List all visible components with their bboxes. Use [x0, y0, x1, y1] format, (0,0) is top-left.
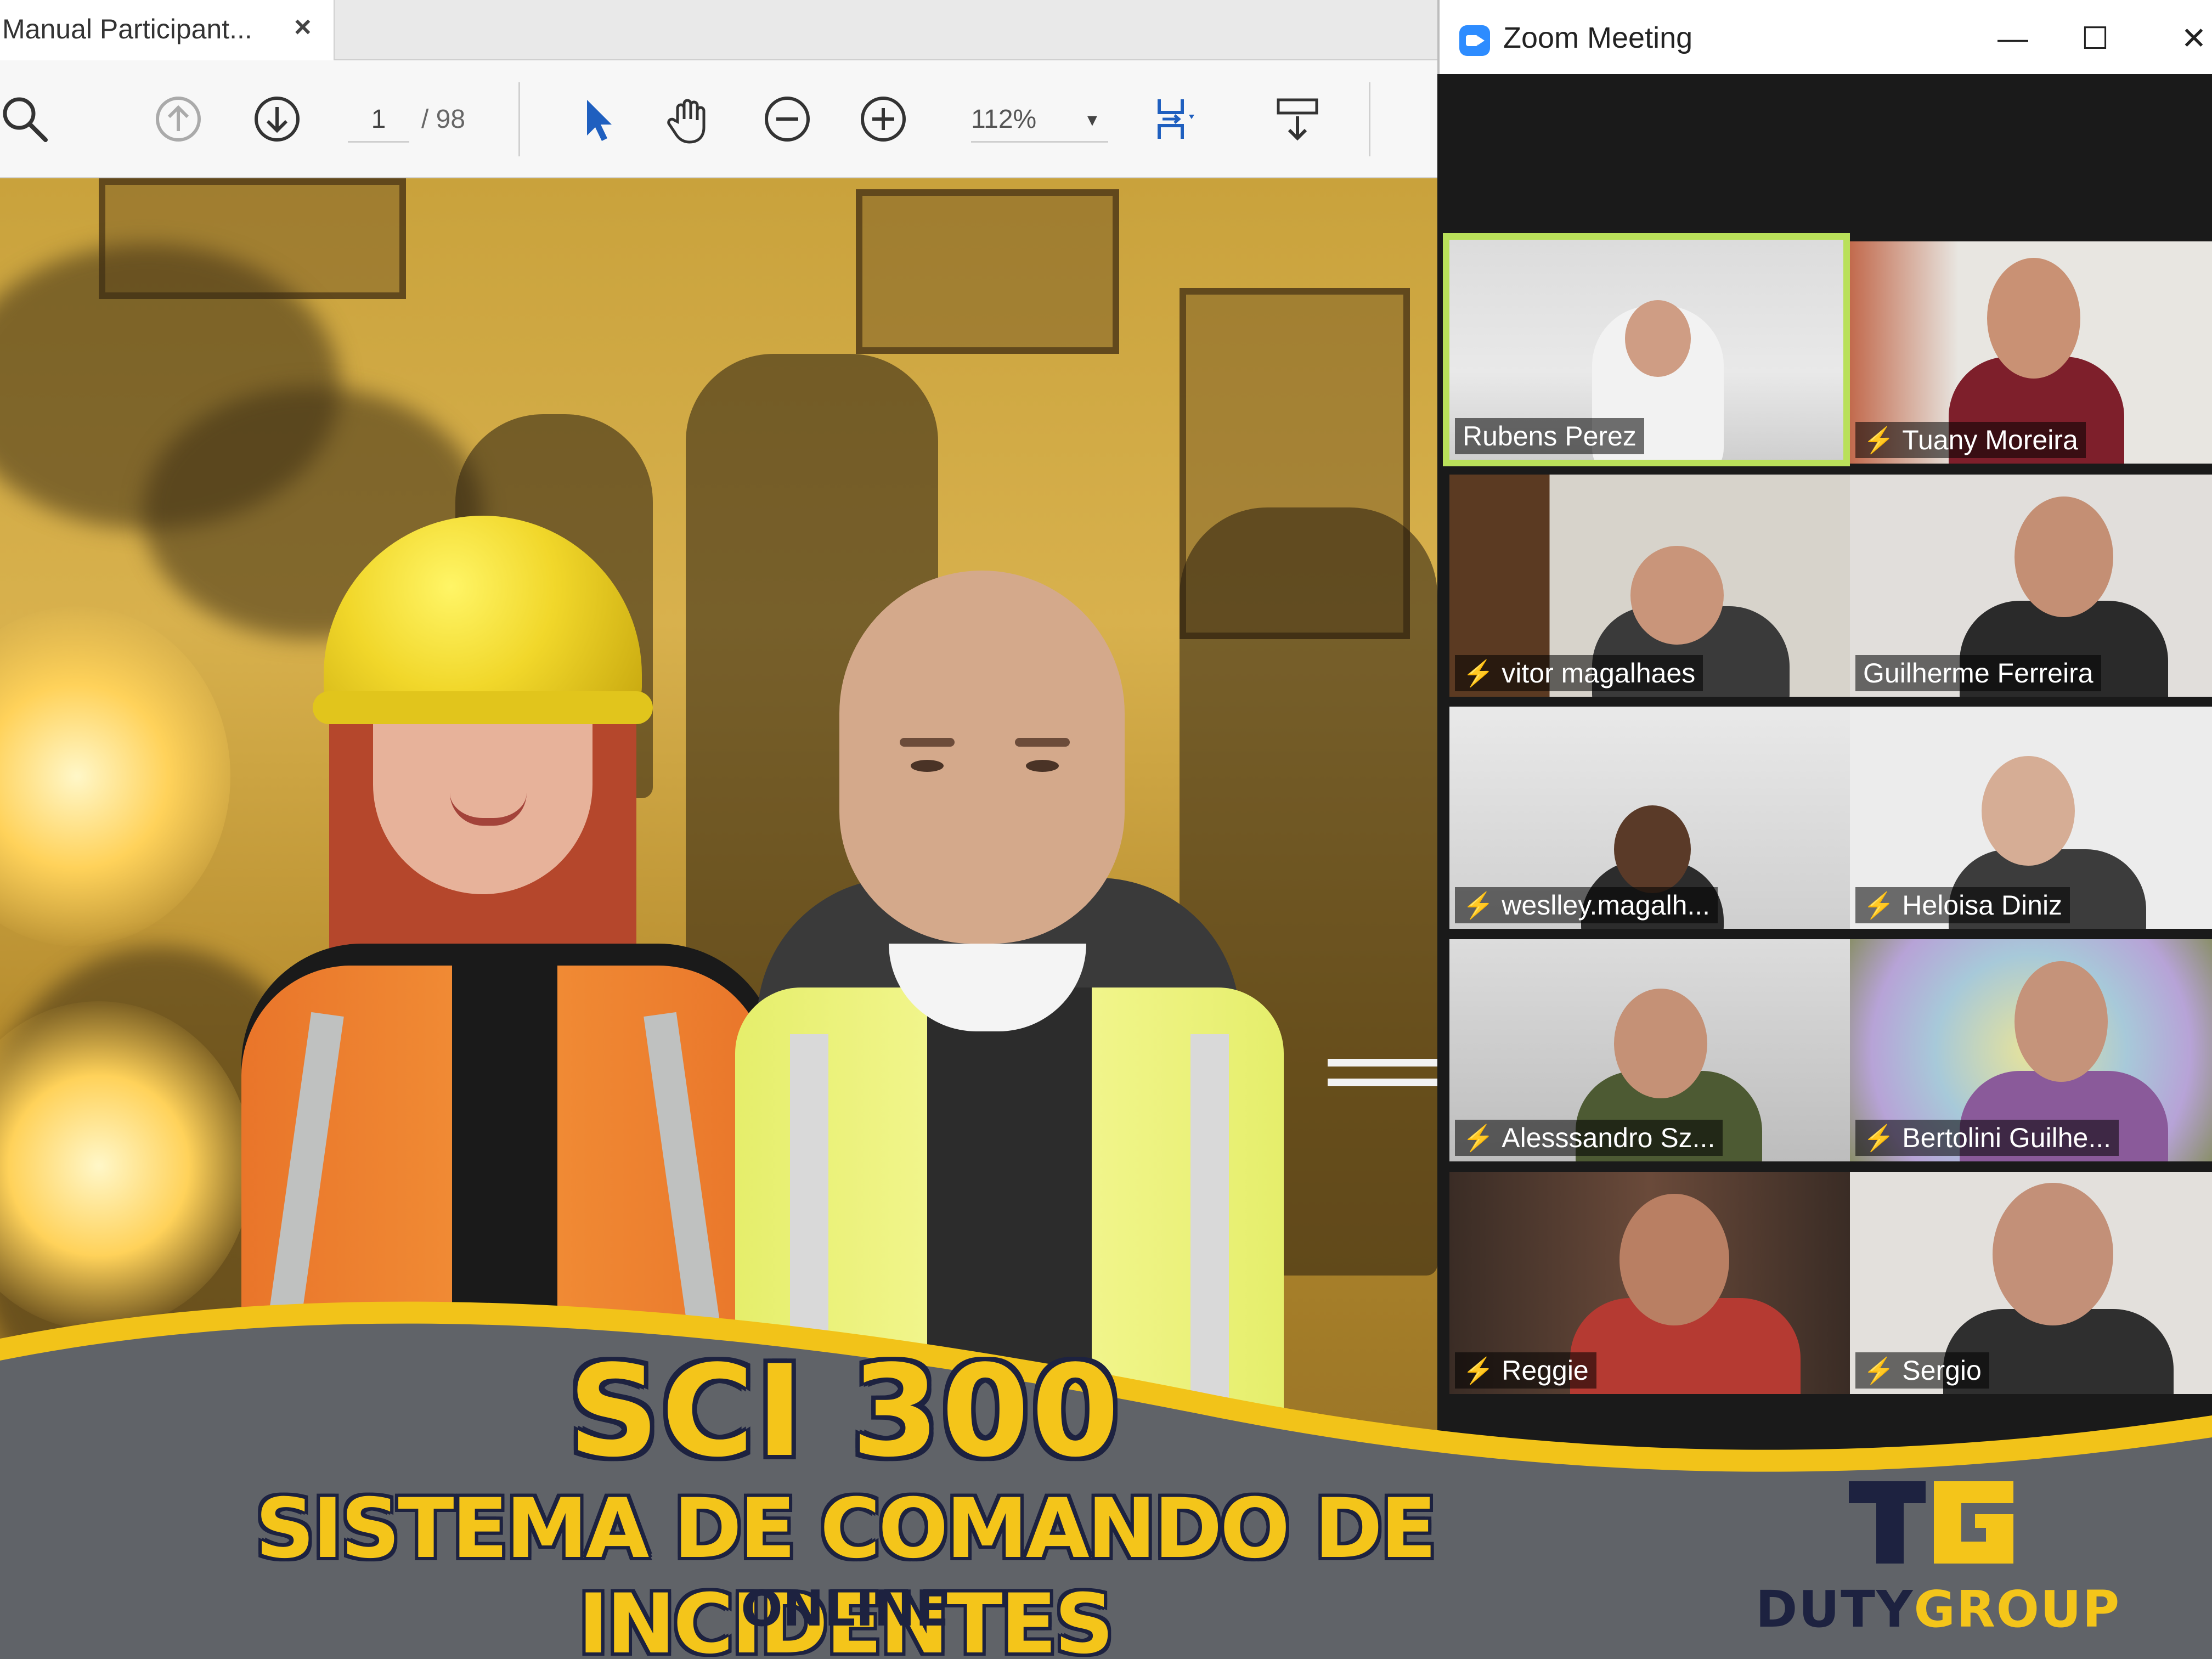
- participant-head: [1630, 546, 1724, 645]
- participant-tile[interactable]: ⚡ weslley.magalh...: [1449, 707, 1850, 929]
- participant-name-label: Guilherme Ferreira: [1855, 655, 2101, 691]
- mic-muted-icon: ⚡: [1863, 1124, 1895, 1152]
- participant-head: [1982, 756, 2075, 866]
- fire-glow: [0, 606, 230, 946]
- participant-name: weslley.magalh...: [1502, 890, 1711, 921]
- participant-head: [2015, 496, 2113, 617]
- zoom-out-icon[interactable]: [757, 89, 817, 149]
- wall-frame: [856, 189, 1119, 354]
- participant-tile[interactable]: ⚡ Alesssandro Sz...: [1449, 939, 1850, 1161]
- participant-head: [1987, 258, 2080, 379]
- mic-muted-icon: ⚡: [1863, 426, 1895, 454]
- participant-name: Bertolini Guilhe...: [1902, 1122, 2112, 1153]
- zoom-level-value: 112%: [971, 105, 1037, 134]
- participant-name-label: ⚡ vitor magalhaes: [1455, 655, 1703, 691]
- close-tab-icon[interactable]: ×: [294, 10, 312, 44]
- participant-tile[interactable]: ⚡ Bertolini Guilhe...: [1850, 939, 2212, 1161]
- dutygroup-logo-text: DUTYGROUP: [1756, 1580, 2151, 1639]
- page-up-icon[interactable]: [148, 89, 208, 149]
- participant-name-label: ⚡ Tuany Moreira: [1855, 422, 2086, 458]
- participant-tile[interactable]: ⚡ Heloisa Diniz: [1850, 707, 2212, 929]
- mic-muted-icon: ⚡: [1463, 891, 1494, 919]
- close-button[interactable]: ✕: [2169, 16, 2212, 60]
- participant-name-label: ⚡ Alesssandro Sz...: [1455, 1120, 1723, 1156]
- scroll-mode-icon[interactable]: [1267, 89, 1328, 149]
- man-face: [839, 571, 1125, 944]
- man-eyebrow: [900, 738, 955, 747]
- poster-mode: ONLINE: [741, 1580, 949, 1638]
- participant-name-label: Rubens Perez: [1455, 418, 1644, 454]
- pdf-tab-title: Manual Participant...: [2, 14, 252, 44]
- zoom-level-dropdown[interactable]: 112% ▾: [971, 97, 1108, 143]
- participant-name: Alesssandro Sz...: [1502, 1122, 1716, 1153]
- logo-duty: DUTY: [1756, 1580, 1914, 1639]
- hand-tool-icon[interactable]: [658, 89, 719, 149]
- participant-name: Rubens Perez: [1463, 421, 1637, 452]
- zoom-logo-icon: [1459, 25, 1490, 56]
- logo-group: GROUP: [1914, 1580, 2121, 1639]
- decorative-lines: [1328, 1059, 1437, 1108]
- participant-name: vitor magalhaes: [1502, 658, 1696, 689]
- pdf-tab-bar: Manual Participant... ×: [0, 0, 1437, 60]
- search-icon[interactable]: [0, 89, 55, 149]
- fit-page-icon[interactable]: [1147, 89, 1207, 149]
- page-down-icon[interactable]: [247, 89, 307, 149]
- participant-name: Guilherme Ferreira: [1863, 658, 2094, 689]
- participant-head: [2015, 961, 2108, 1082]
- participant-head: [1614, 805, 1691, 893]
- pdf-document-tab[interactable]: Manual Participant... ×: [0, 0, 335, 60]
- zoom-window-title: Zoom Meeting: [1503, 21, 1693, 54]
- participant-name: Tuany Moreira: [1902, 425, 2078, 455]
- maximize-button[interactable]: ☐: [2070, 16, 2120, 60]
- participant-head: [1625, 300, 1691, 377]
- participant-name-label: ⚡ weslley.magalh...: [1455, 887, 1718, 923]
- minimize-button[interactable]: —: [1988, 16, 2038, 60]
- zoom-title-bar: Zoom Meeting — ☐ ✕: [1437, 0, 2212, 74]
- participant-tile[interactable]: Rubens Perez: [1443, 233, 1850, 466]
- zoom-in-icon[interactable]: [853, 89, 913, 149]
- page-number-input[interactable]: 1: [348, 97, 409, 143]
- participant-head: [1614, 989, 1707, 1098]
- toolbar-divider: [1369, 82, 1370, 156]
- man-eye: [911, 760, 944, 772]
- participant-tile[interactable]: ⚡ vitor magalhaes: [1449, 475, 1850, 697]
- hard-hat-brim: [313, 691, 653, 724]
- dutygroup-logo-icon: [1849, 1481, 2013, 1564]
- participant-tile[interactable]: Guilherme Ferreira: [1850, 475, 2212, 697]
- participant-name-label: ⚡ Bertolini Guilhe...: [1855, 1120, 2119, 1156]
- mic-muted-icon: ⚡: [1863, 891, 1895, 919]
- participant-name-label: ⚡ Heloisa Diniz: [1855, 887, 2070, 923]
- man-eye: [1026, 760, 1059, 772]
- participant-name: Heloisa Diniz: [1902, 890, 2063, 921]
- chevron-down-icon: ▾: [1087, 108, 1097, 131]
- poster-title: SCI 300: [568, 1339, 1122, 1485]
- select-pointer-icon[interactable]: [565, 89, 625, 149]
- toolbar-divider: [518, 82, 520, 156]
- mic-muted-icon: ⚡: [1463, 659, 1494, 687]
- mic-muted-icon: ⚡: [1463, 1124, 1494, 1152]
- participant-tile[interactable]: ⚡ Tuany Moreira: [1850, 241, 2212, 464]
- pdf-toolbar: 1 / 98 112% ▾: [0, 60, 1437, 178]
- man-eyebrow: [1015, 738, 1070, 747]
- page-total: / 98: [421, 105, 466, 134]
